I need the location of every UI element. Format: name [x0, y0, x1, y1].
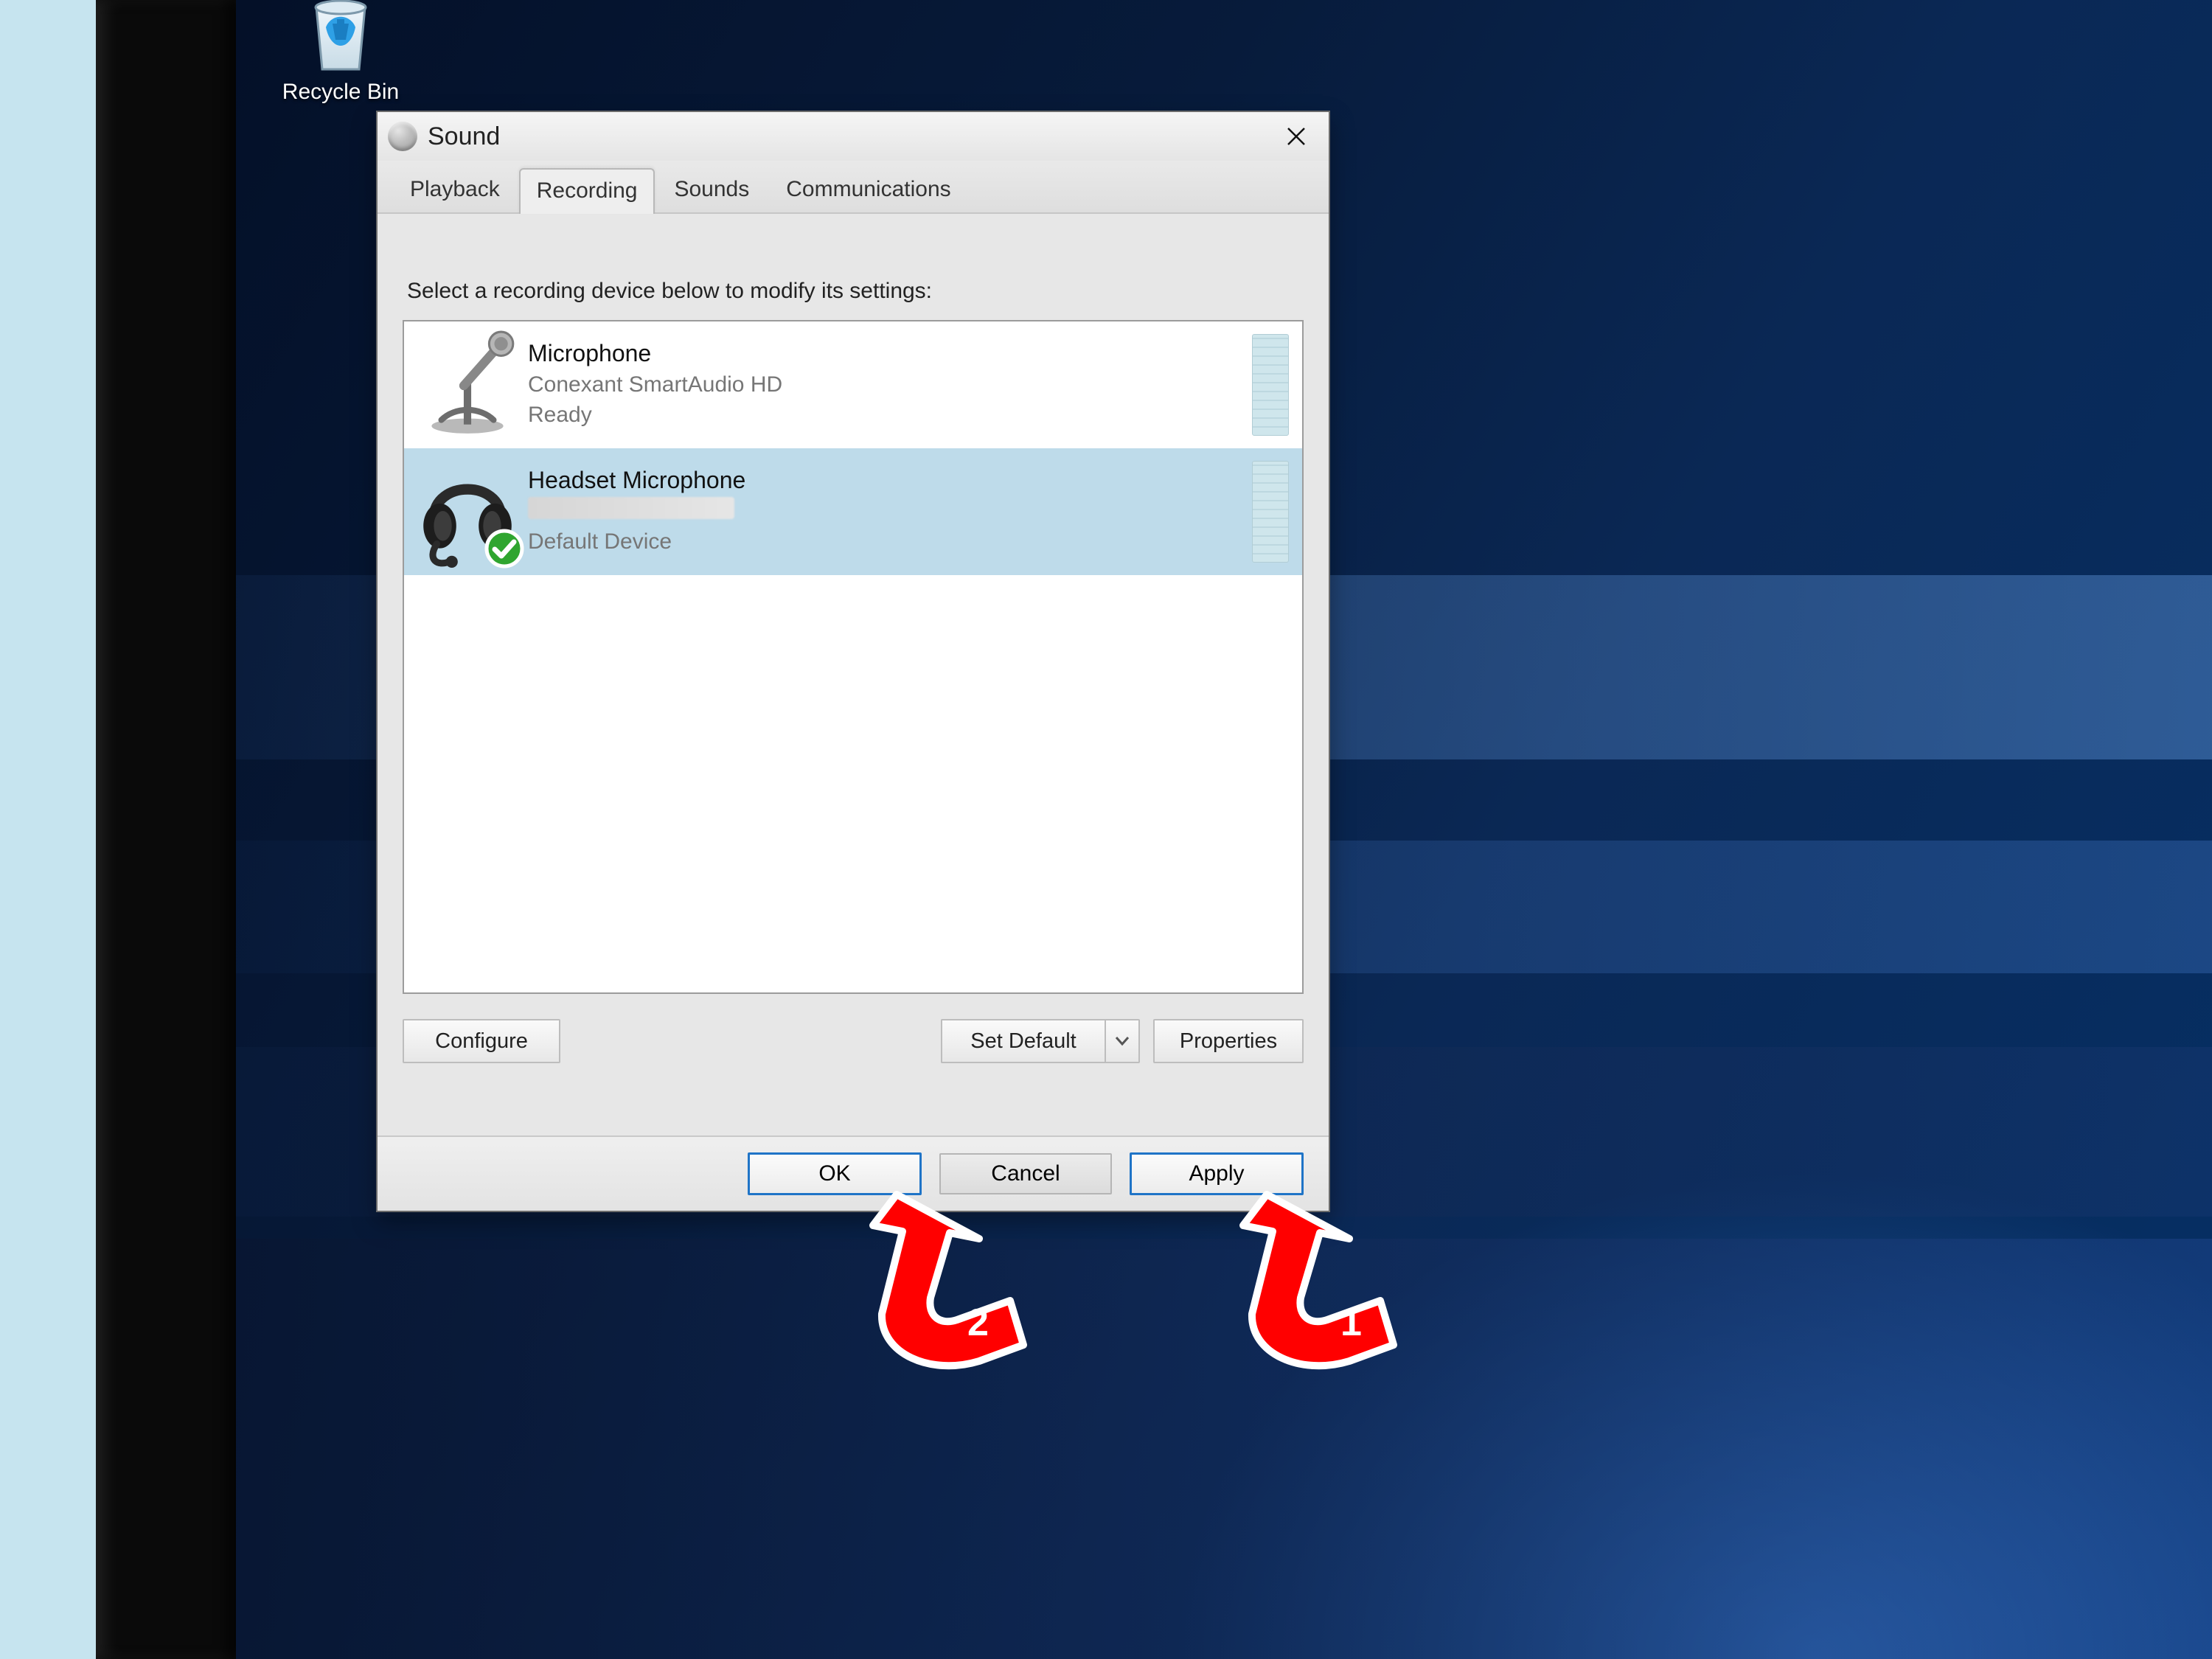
- windows-desktop: Recycle Bin Sound Playback Recording Sou…: [236, 0, 2212, 1659]
- cancel-button[interactable]: Cancel: [939, 1153, 1112, 1194]
- device-listbox[interactable]: Microphone Conexant SmartAudio HD Ready: [403, 320, 1304, 994]
- level-meter: [1252, 461, 1289, 563]
- recycle-bin-icon: [300, 0, 381, 75]
- headset-icon: [411, 456, 524, 568]
- panel-hint: Select a recording device below to modif…: [407, 279, 1304, 304]
- chevron-down-icon: [1115, 1036, 1130, 1046]
- apply-button[interactable]: Apply: [1130, 1152, 1304, 1195]
- level-meter: [1252, 334, 1289, 436]
- tab-playback[interactable]: Playback: [392, 167, 518, 212]
- set-default-split-button[interactable]: Set Default: [941, 1019, 1140, 1063]
- tab-sounds[interactable]: Sounds: [656, 167, 767, 212]
- ok-button[interactable]: OK: [748, 1152, 922, 1195]
- device-driver-obscured: [528, 497, 734, 519]
- device-row-microphone[interactable]: Microphone Conexant SmartAudio HD Ready: [404, 321, 1302, 448]
- properties-button[interactable]: Properties: [1153, 1019, 1304, 1063]
- titlebar[interactable]: Sound: [378, 112, 1329, 161]
- tab-recording[interactable]: Recording: [519, 168, 655, 214]
- set-default-button[interactable]: Set Default: [941, 1019, 1105, 1063]
- tab-communications[interactable]: Communications: [768, 167, 968, 212]
- device-status: Default Device: [528, 527, 1252, 557]
- sound-dialog-icon: [388, 122, 417, 151]
- configure-button[interactable]: Configure: [403, 1019, 560, 1063]
- desktop-icon-recycle-bin[interactable]: Recycle Bin: [274, 0, 407, 105]
- monitor-bezel: [96, 0, 236, 1659]
- device-row-headset-microphone[interactable]: Headset Microphone Default Device: [404, 448, 1302, 575]
- wallpaper-streak: [236, 1239, 2212, 1659]
- dialog-title: Sound: [428, 122, 500, 151]
- tab-panel-recording: Select a recording device below to modif…: [403, 274, 1304, 1078]
- tab-strip: Playback Recording Sounds Communications: [378, 161, 1329, 214]
- device-name: Microphone: [528, 340, 1252, 367]
- microphone-icon: [411, 329, 524, 441]
- dialog-footer: OK Cancel Apply: [378, 1135, 1329, 1211]
- close-button[interactable]: [1274, 119, 1318, 154]
- device-driver: Conexant SmartAudio HD: [528, 370, 1252, 400]
- desktop-icon-label: Recycle Bin: [274, 80, 407, 105]
- default-check-badge-icon: [484, 528, 525, 569]
- close-icon: [1286, 126, 1307, 147]
- set-default-dropdown[interactable]: [1105, 1019, 1140, 1063]
- sound-dialog: Sound Playback Recording Sounds Communic…: [376, 111, 1330, 1212]
- device-status: Ready: [528, 400, 1252, 431]
- photo-background-left: [0, 0, 96, 1659]
- device-name: Headset Microphone: [528, 467, 1252, 494]
